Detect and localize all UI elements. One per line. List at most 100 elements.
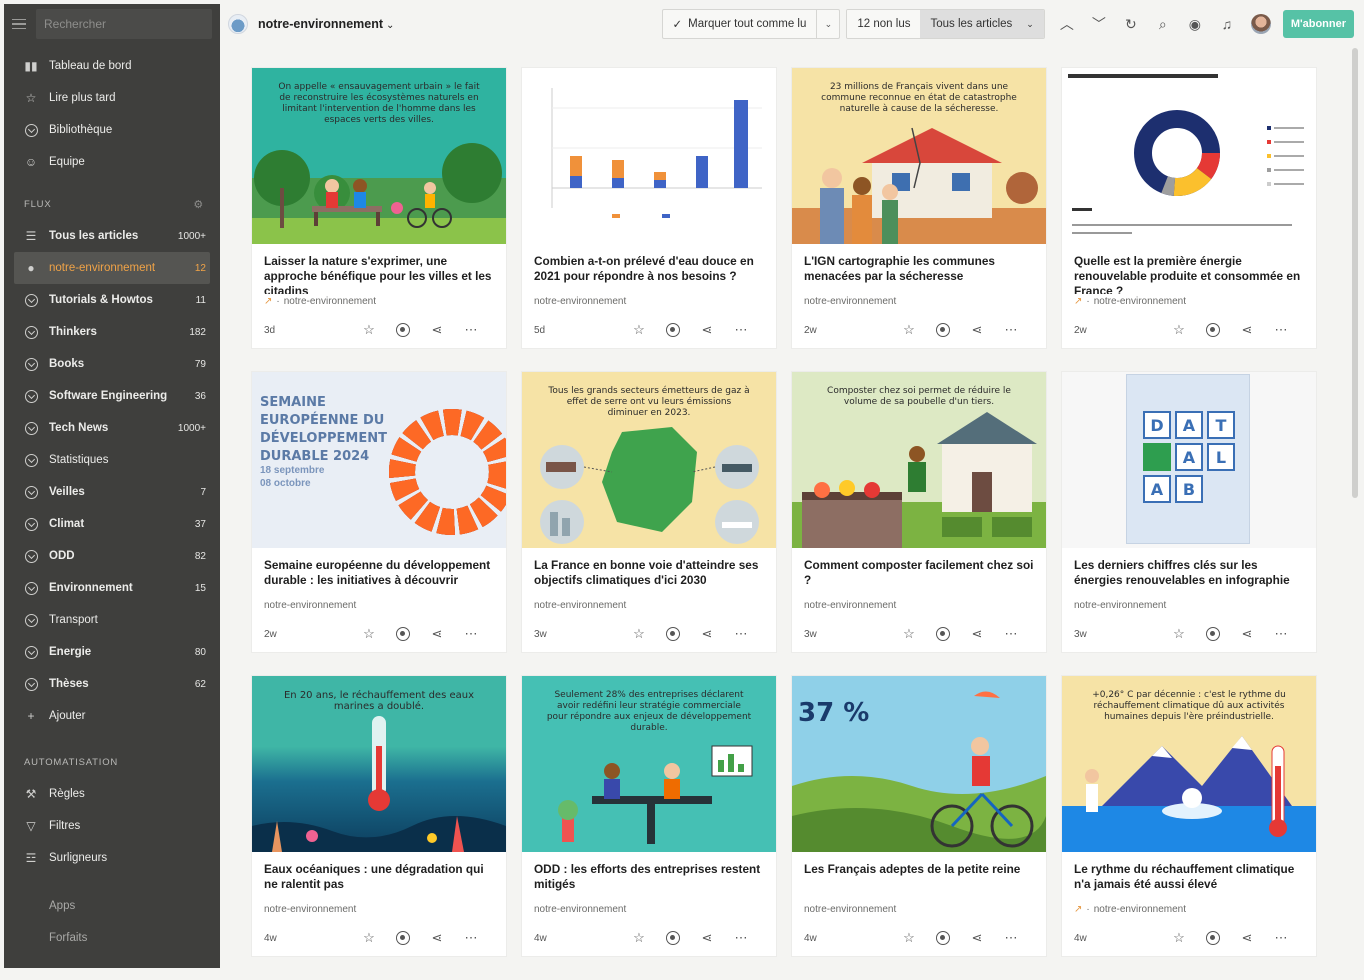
chevron-down-icon[interactable]: ⌄ xyxy=(817,19,839,30)
star-icon[interactable]: ☆ xyxy=(892,626,926,642)
star-icon[interactable]: ☆ xyxy=(352,930,386,946)
sidebar-feed-15[interactable]: + Ajouter xyxy=(4,700,220,732)
read-later-icon[interactable] xyxy=(396,323,410,337)
avatar[interactable] xyxy=(1250,14,1271,34)
more-options-icon[interactable]: ⋯ xyxy=(454,626,488,642)
article-title[interactable]: Quelle est la première énergie renouvela… xyxy=(1062,244,1316,294)
more-options-icon[interactable]: ⋯ xyxy=(454,322,488,338)
sidebar-automation-2[interactable]: ☲ Surligneurs xyxy=(4,842,220,874)
star-icon[interactable]: ☆ xyxy=(622,930,656,946)
sidebar-feed-11[interactable]: Environnement 15 xyxy=(4,572,220,604)
share-icon[interactable]: ⋖ xyxy=(420,322,454,338)
star-icon[interactable]: ☆ xyxy=(1162,322,1196,338)
article-title[interactable]: Eaux océaniques : une dégradation qui ne… xyxy=(252,852,506,902)
read-later-icon[interactable] xyxy=(396,627,410,641)
sidebar-item--quipe[interactable]: ☺ Équipe xyxy=(4,146,220,178)
sidebar-feed-8[interactable]: Veilles 7 xyxy=(4,476,220,508)
share-icon[interactable]: ⋖ xyxy=(420,930,454,946)
refresh-icon[interactable]: ↻ xyxy=(1115,16,1147,33)
more-options-icon[interactable]: ⋯ xyxy=(724,322,758,338)
share-icon[interactable]: ⋖ xyxy=(1230,930,1264,946)
scrollbar[interactable] xyxy=(1352,48,1358,498)
sidebar-automation-0[interactable]: ⚒ Règles xyxy=(4,778,220,810)
more-options-icon[interactable]: ⋯ xyxy=(994,626,1028,642)
article-card[interactable]: 37 % Les Français adeptes de la petite r… xyxy=(792,676,1046,956)
article-card[interactable]: Composter chez soi permet de réduire le … xyxy=(792,372,1046,652)
star-icon[interactable]: ☆ xyxy=(622,322,656,338)
sidebar-footer-0[interactable]: Apps xyxy=(4,890,220,922)
article-title[interactable]: Les derniers chiffres clés sur les énerg… xyxy=(1062,548,1316,598)
sidebar-feed-6[interactable]: Tech News 1000+ xyxy=(4,412,220,444)
article-card[interactable]: SEMAINE EUROPÉENNE DU DÉVELOPPEMENT DURA… xyxy=(252,372,506,652)
star-icon[interactable]: ☆ xyxy=(352,322,386,338)
read-later-icon[interactable] xyxy=(1206,627,1220,641)
read-later-icon[interactable] xyxy=(936,931,950,945)
read-later-icon[interactable] xyxy=(1206,931,1220,945)
article-title[interactable]: ODD : les efforts des entreprises resten… xyxy=(522,852,776,902)
read-later-icon[interactable] xyxy=(1206,323,1220,337)
more-options-icon[interactable]: ⋯ xyxy=(1264,626,1298,642)
more-options-icon[interactable]: ⋯ xyxy=(994,322,1028,338)
sidebar-item-biblioth-que[interactable]: Bibliothèque xyxy=(4,114,220,146)
article-card[interactable]: Tous les grands secteurs émetteurs de ga… xyxy=(522,372,776,652)
article-card[interactable]: En 20 ans, le réchauffement des eaux mar… xyxy=(252,676,506,956)
sidebar-feed-7[interactable]: Statistiques xyxy=(4,444,220,476)
share-icon[interactable]: ⋖ xyxy=(690,322,724,338)
search-input[interactable]: Rechercher xyxy=(36,9,212,39)
sidebar-feed-1[interactable]: ● notre-environnement 12 xyxy=(14,252,210,284)
sidebar-feed-5[interactable]: Software Engineering 36 xyxy=(4,380,220,412)
star-icon[interactable]: ☆ xyxy=(1162,626,1196,642)
unread-count-button[interactable]: 12 non lus xyxy=(847,10,921,38)
read-later-icon[interactable] xyxy=(936,627,950,641)
sidebar-feed-3[interactable]: Thinkers 182 xyxy=(4,316,220,348)
bell-icon[interactable]: ♫ xyxy=(1211,16,1243,32)
mark-all-read-button[interactable]: ✓ Marquer tout comme lu ⌄ xyxy=(661,9,841,39)
star-icon[interactable]: ☆ xyxy=(1162,930,1196,946)
article-title[interactable]: Les Français adeptes de la petite reine xyxy=(792,852,1046,902)
article-title[interactable]: La France en bonne voie d'atteindre ses … xyxy=(522,548,776,598)
star-icon[interactable]: ☆ xyxy=(352,626,386,642)
more-options-icon[interactable]: ⋯ xyxy=(1264,930,1298,946)
sidebar-item-lire-plus-tard[interactable]: ☆ Lire plus tard xyxy=(4,82,220,114)
subscribe-button[interactable]: M'abonner xyxy=(1282,10,1354,38)
sidebar-footer-1[interactable]: Forfaits xyxy=(4,922,220,954)
sidebar-item-tableau-de-bord[interactable]: ▮▮ Tableau de bord xyxy=(4,50,220,82)
more-options-icon[interactable]: ⋯ xyxy=(994,930,1028,946)
read-later-icon[interactable] xyxy=(666,931,680,945)
more-options-icon[interactable]: ⋯ xyxy=(1264,322,1298,338)
share-icon[interactable]: ⋖ xyxy=(1230,322,1264,338)
more-options-icon[interactable]: ⋯ xyxy=(454,930,488,946)
more-options-icon[interactable]: ⋯ xyxy=(724,626,758,642)
share-icon[interactable]: ⋖ xyxy=(960,626,994,642)
sidebar-feed-10[interactable]: ODD 82 xyxy=(4,540,220,572)
star-icon[interactable]: ☆ xyxy=(622,626,656,642)
article-card[interactable]: Quelle est la première énergie renouvela… xyxy=(1062,68,1316,348)
share-icon[interactable]: ⋖ xyxy=(1230,626,1264,642)
article-title[interactable]: Semaine européenne du développement dura… xyxy=(252,548,506,598)
read-later-icon[interactable] xyxy=(666,323,680,337)
chevron-down-icon[interactable]: ﹀ xyxy=(1083,14,1115,34)
article-card[interactable]: Combien a-t-on prélevé d'eau douce en 20… xyxy=(522,68,776,348)
article-card[interactable]: 23 millions de Français vivent dans une … xyxy=(792,68,1046,348)
feed-title-dropdown[interactable]: notre-environnement ⌄ xyxy=(258,17,394,31)
sidebar-feed-12[interactable]: Transport xyxy=(4,604,220,636)
share-icon[interactable]: ⋖ xyxy=(690,930,724,946)
sidebar-feed-13[interactable]: Energie 80 xyxy=(4,636,220,668)
article-title[interactable]: Combien a-t-on prélevé d'eau douce en 20… xyxy=(522,244,776,294)
sidebar-feed-4[interactable]: Books 79 xyxy=(4,348,220,380)
share-icon[interactable]: ⋖ xyxy=(960,930,994,946)
read-later-icon[interactable] xyxy=(936,323,950,337)
article-title[interactable]: Le rythme du réchauffement climatique n'… xyxy=(1062,852,1316,902)
sidebar-feed-0[interactable]: ☰ Tous les articles 1000+ xyxy=(4,220,220,252)
menu-icon[interactable] xyxy=(12,18,26,30)
all-articles-dropdown[interactable]: Tous les articles ⌄ xyxy=(920,10,1044,38)
share-icon[interactable]: ⋖ xyxy=(960,322,994,338)
article-title[interactable]: L'IGN cartographie les communes menacées… xyxy=(792,244,1046,294)
article-title[interactable]: Comment composter facilement chez soi ? xyxy=(792,548,1046,598)
star-icon[interactable]: ☆ xyxy=(892,322,926,338)
sidebar-feed-9[interactable]: Climat 37 xyxy=(4,508,220,540)
sidebar-feed-2[interactable]: Tutorials & Howtos 11 xyxy=(4,284,220,316)
share-icon[interactable]: ⋖ xyxy=(420,626,454,642)
read-later-icon[interactable] xyxy=(396,931,410,945)
article-card[interactable]: Seulement 28% des entreprises déclarent … xyxy=(522,676,776,956)
